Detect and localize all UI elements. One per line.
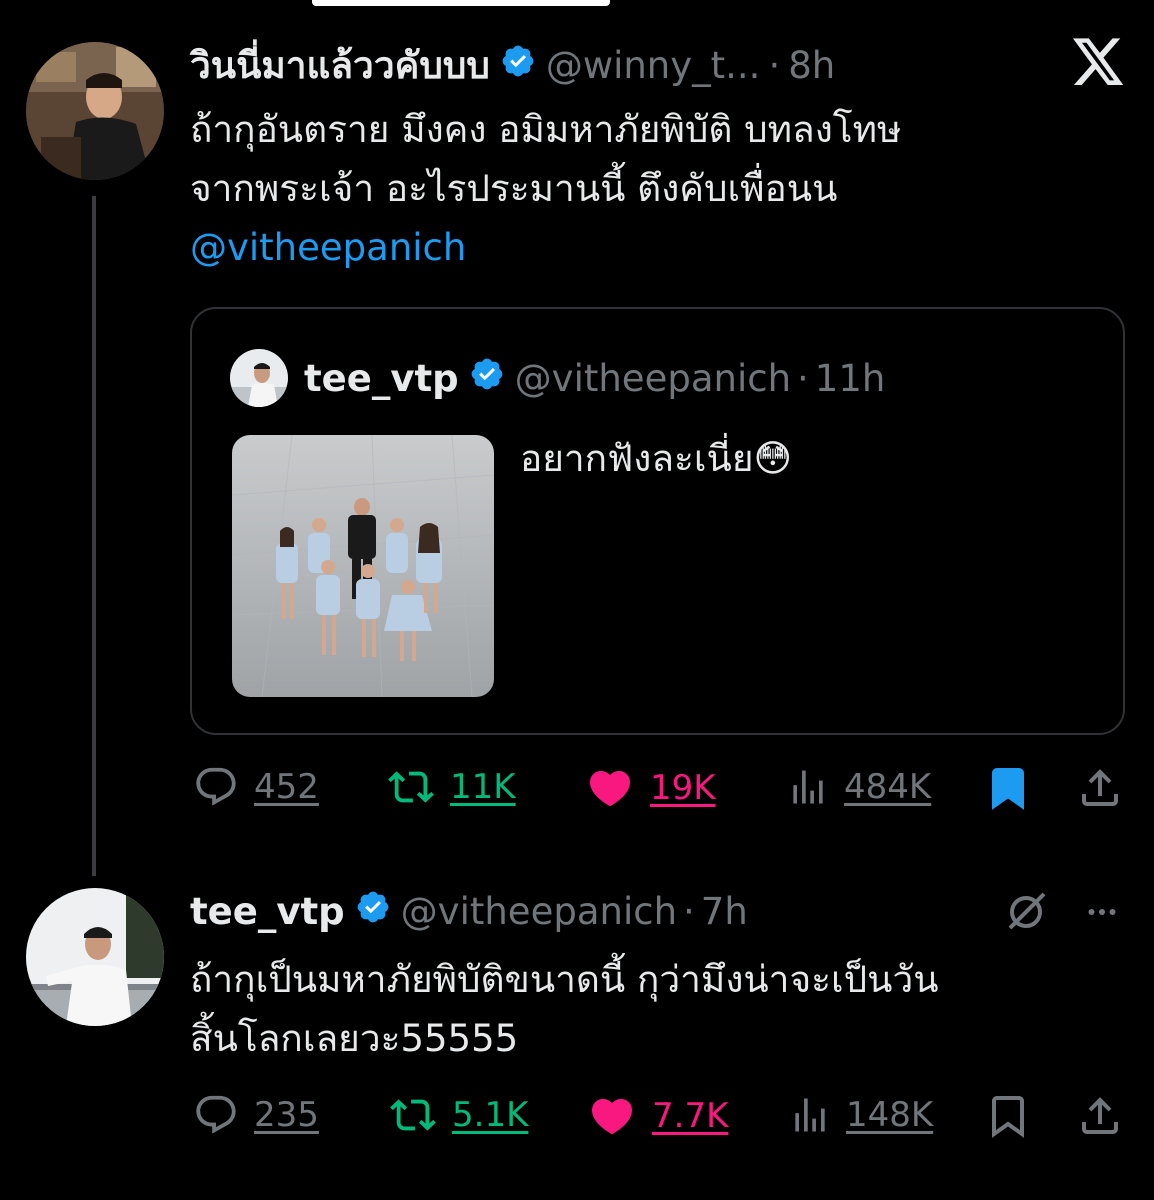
views-icon xyxy=(786,764,830,810)
reply-icon xyxy=(192,1092,240,1138)
quoted-author-avatar xyxy=(230,349,288,407)
author-display-name[interactable]: วินนี่มาแล้ววคับบบ xyxy=(190,36,490,95)
views-count: 148K xyxy=(846,1095,934,1135)
share-button[interactable] xyxy=(1076,764,1124,816)
more-icon[interactable] xyxy=(1080,894,1124,934)
like-count: 19K xyxy=(650,768,716,808)
views-button[interactable]: 484K xyxy=(786,764,931,810)
views-button[interactable]: 148K xyxy=(788,1092,933,1138)
flushed-face-emoji: 😳 xyxy=(753,437,793,480)
reply-text-line-1: ถ้ากุเป็นมหาภัยพิบัติขนาดนี้ กุว่ามึงน่า… xyxy=(190,958,939,1001)
like-icon xyxy=(584,764,636,812)
quoted-tweet-header: tee_vtp @vitheepanich · 11h xyxy=(304,353,885,403)
reply-count: 235 xyxy=(254,1095,319,1135)
retweet-button[interactable]: 5.1K xyxy=(388,1092,528,1138)
like-button[interactable]: 19K xyxy=(584,764,716,812)
mention-link[interactable]: @vitheepanich xyxy=(190,218,1120,277)
separator-dot: · xyxy=(683,889,695,933)
reply-author-display-name[interactable]: tee_vtp xyxy=(190,890,345,933)
grok-icon[interactable] xyxy=(1002,888,1050,940)
reply-button[interactable]: 452 xyxy=(192,764,319,810)
screen-top-bar xyxy=(312,0,610,6)
like-button[interactable]: 7.7K xyxy=(586,1092,728,1140)
share-button[interactable] xyxy=(1076,1092,1124,1144)
separator-dot: · xyxy=(797,356,809,400)
retweet-button[interactable]: 11K xyxy=(386,764,516,810)
tweet-text-line-1: ถ้ากุอันตราย มึงคง อมิมหาภัยพิบัติ บทลงโ… xyxy=(190,108,902,151)
quoted-author-handle: @vitheepanich xyxy=(514,356,792,400)
retweet-count: 11K xyxy=(450,767,516,807)
quoted-author-display-name: tee_vtp xyxy=(304,356,459,400)
quoted-tweet-card[interactable]: tee_vtp @vitheepanich · 11h อยากฟังละเนี… xyxy=(190,307,1125,735)
author-avatar[interactable] xyxy=(26,42,164,180)
reply-count: 452 xyxy=(254,767,319,807)
retweet-icon xyxy=(386,764,436,810)
bookmark-button[interactable] xyxy=(984,1092,1032,1144)
views-count: 484K xyxy=(844,767,932,807)
reply-tweet-header: tee_vtp @vitheepanich · 7h xyxy=(190,886,748,936)
reply-text-line-2: สิ้นโลกเลยวะ55555 xyxy=(190,1017,519,1060)
tweet-text-line-2: จากพระเจ้า อะไรประมานนี้ ตึงคับเพื่อนน xyxy=(190,167,838,210)
views-icon xyxy=(788,1092,832,1138)
bookmark-icon xyxy=(984,1092,1032,1140)
quoted-tweet-text-content: อยากฟังละเนี่ย xyxy=(520,437,754,480)
verified-badge-icon xyxy=(500,43,536,88)
quoted-tweet-time: 11h xyxy=(814,356,886,400)
tweet-time[interactable]: 8h xyxy=(788,44,835,87)
reply-author-handle[interactable]: @vitheepanich xyxy=(401,890,677,933)
reply-author-avatar[interactable] xyxy=(26,888,164,1026)
reply-tweet-time[interactable]: 7h xyxy=(701,890,748,933)
quoted-tweet-image[interactable] xyxy=(232,435,494,697)
retweet-count: 5.1K xyxy=(452,1095,529,1135)
tweet-body: ถ้ากุอันตราย มึงคง อมิมหาภัยพิบัติ บทลงโ… xyxy=(190,100,1120,277)
share-icon xyxy=(1076,1092,1124,1140)
x-logo-icon[interactable] xyxy=(1070,38,1126,94)
retweet-icon xyxy=(388,1092,438,1138)
verified-badge-icon xyxy=(355,889,391,934)
reply-tweet-body: ถ้ากุเป็นมหาภัยพิบัติขนาดนี้ กุว่ามึงน่า… xyxy=(190,950,1130,1068)
bookmark-icon xyxy=(984,764,1032,812)
quoted-tweet-text: อยากฟังละเนี่ย😳 xyxy=(520,429,792,488)
verified-badge-icon xyxy=(469,356,505,401)
reply-icon xyxy=(192,764,240,810)
like-count: 7.7K xyxy=(652,1096,729,1136)
bookmark-button[interactable] xyxy=(984,764,1032,816)
reply-button[interactable]: 235 xyxy=(192,1092,319,1138)
author-handle[interactable]: @winny_t... xyxy=(546,44,761,87)
share-icon xyxy=(1076,764,1124,812)
thread-connector-line xyxy=(92,196,96,876)
separator-dot: · xyxy=(768,43,781,87)
like-icon xyxy=(586,1092,638,1140)
tweet-header: วินนี่มาแล้ววคับบบ @winny_t... · 8h xyxy=(190,40,835,90)
